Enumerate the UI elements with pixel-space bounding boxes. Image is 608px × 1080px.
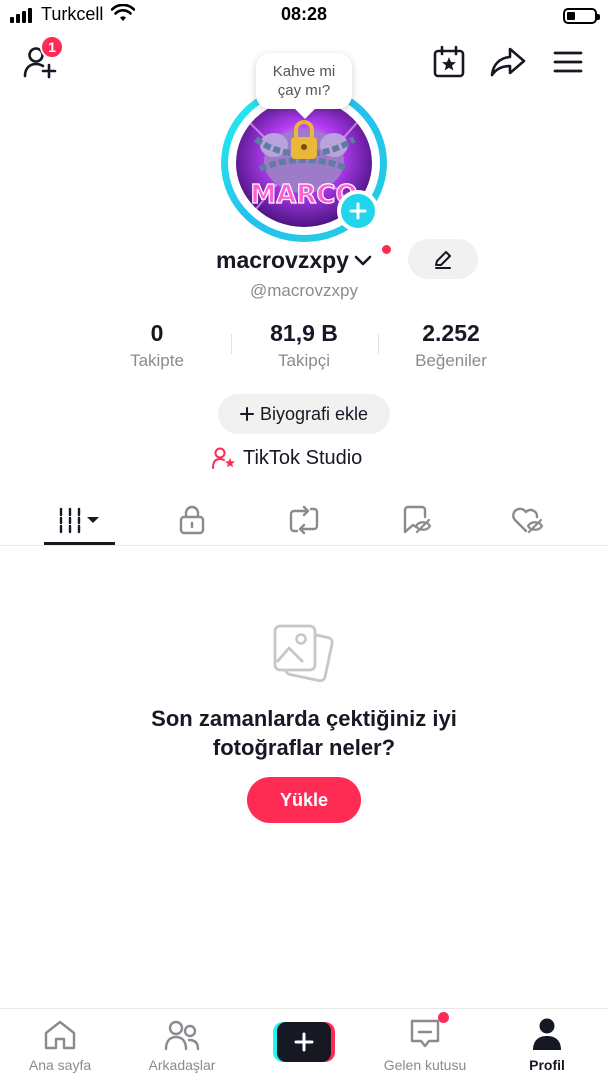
inbox-icon [410, 1019, 440, 1048]
share-arrow-icon [490, 47, 526, 77]
followers-label: Takipçi [278, 351, 330, 370]
photos-icon [271, 620, 337, 691]
empty-state-line-2: fotoğraflar neler? [212, 735, 396, 760]
active-tab-indicator [44, 542, 115, 545]
plus-icon [294, 1032, 314, 1052]
following-count: 0 [150, 320, 164, 346]
plus-icon [349, 202, 367, 220]
nav-friends[interactable]: Arkadaşlar [122, 1009, 242, 1080]
nav-home-label: Ana sayfa [28, 1057, 92, 1073]
tiktok-studio-link[interactable]: TikTok Studio [211, 445, 362, 471]
add-bio-button[interactable]: Biyografi ekle [218, 394, 390, 434]
upload-button[interactable]: Yükle [247, 777, 361, 823]
chevron-down-icon [354, 255, 372, 266]
tab-videos[interactable] [24, 496, 136, 544]
empty-state-message: Son zamanlarda çektiğiniz iyi fotoğrafla… [0, 704, 608, 762]
friends-icon [164, 1020, 200, 1051]
followers-count: 81,9 B [270, 320, 338, 346]
repost-icon [289, 505, 319, 535]
tiktok-studio-label: TikTok Studio [243, 446, 363, 469]
hamburger-menu-icon [553, 51, 583, 73]
pencil-icon [435, 251, 451, 269]
nav-friends-label: Arkadaşlar [148, 1057, 216, 1073]
share-button[interactable] [488, 44, 528, 80]
inbox-notification-dot [438, 1012, 449, 1023]
empty-state-line-1: Son zamanlarda çektiğiniz iyi [151, 706, 457, 731]
bottom-navigation: Ana sayfa Arkadaşlar Gelen kutusu Profil [0, 1008, 608, 1080]
likes-stat[interactable]: 2.252 Beğeniler [381, 320, 521, 371]
home-icon [44, 1020, 76, 1050]
bookmark-hidden-icon [403, 505, 432, 534]
profile-icon [533, 1018, 561, 1050]
note-bubble[interactable]: Kahve mi çay mı? [256, 53, 352, 109]
likes-count: 2.252 [422, 320, 480, 346]
notification-badge: 1 [40, 35, 64, 59]
nav-inbox[interactable]: Gelen kutusu [365, 1009, 485, 1080]
lock-icon [179, 505, 205, 535]
note-bubble-text: Kahve mi çay mı? [272, 63, 336, 99]
tab-reposts[interactable] [248, 496, 360, 544]
new-account-dot [382, 245, 391, 254]
plus-icon [239, 407, 254, 421]
content-tabs [0, 496, 608, 546]
creator-star-icon [212, 447, 235, 469]
clock: 08:28 [280, 4, 328, 24]
edit-profile-button[interactable] [408, 239, 478, 279]
username: macrovzxpy [216, 246, 349, 273]
battery-icon [563, 8, 600, 24]
heart-hidden-icon [512, 507, 544, 534]
menu-button[interactable] [548, 44, 588, 80]
nav-profile-label: Profil [529, 1057, 565, 1073]
likes-label: Beğeniler [415, 351, 487, 370]
tab-private[interactable] [136, 496, 248, 544]
nav-profile[interactable]: Profil [487, 1009, 607, 1080]
nav-home[interactable]: Ana sayfa [0, 1009, 120, 1080]
tab-liked[interactable] [472, 496, 584, 544]
add-avatar-button[interactable] [337, 190, 379, 232]
following-stat[interactable]: 0 Takipte [87, 320, 227, 371]
following-label: Takipte [130, 351, 184, 370]
calendar-star-icon [433, 45, 465, 78]
calendar-button[interactable] [430, 44, 468, 80]
nav-inbox-label: Gelen kutusu [383, 1057, 467, 1073]
add-bio-label: Biyografi ekle [259, 403, 369, 424]
username-switcher[interactable]: macrovzxpy [216, 245, 391, 275]
tab-favorites[interactable] [360, 496, 472, 544]
create-button[interactable] [273, 1022, 335, 1062]
status-bar: Turkcell 08:28 [0, 0, 608, 32]
grid-filter-icon [59, 507, 99, 534]
user-handle: @macrovzxpy [250, 281, 358, 300]
followers-stat[interactable]: 81,9 B Takipçi [234, 320, 374, 371]
